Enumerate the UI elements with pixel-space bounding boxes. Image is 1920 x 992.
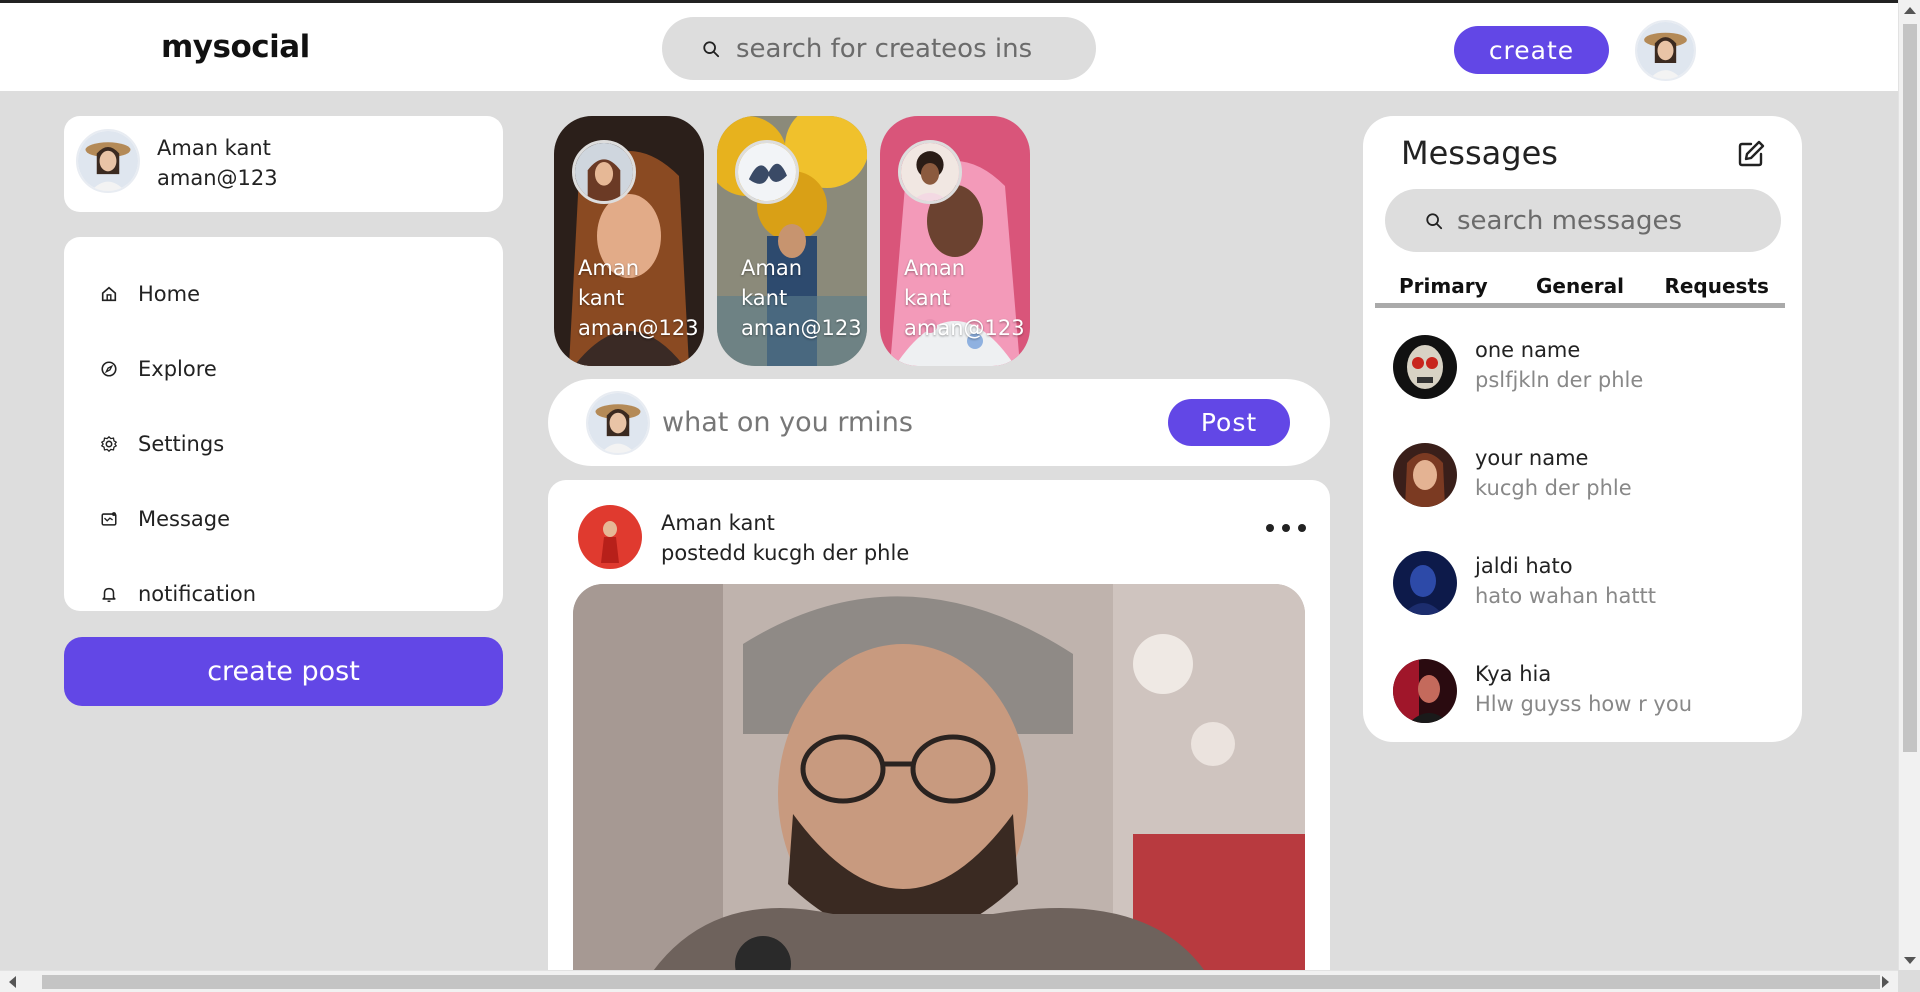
profile-name: Aman kant bbox=[157, 136, 271, 160]
story-card[interactable]: Aman kant aman@123 bbox=[717, 116, 867, 366]
bell-icon bbox=[102, 587, 116, 603]
profile-card[interactable]: Aman kant aman@123 bbox=[64, 116, 503, 212]
scroll-right-arrow[interactable] bbox=[1882, 976, 1889, 988]
vertical-scroll-thumb[interactable] bbox=[1903, 24, 1917, 752]
scrollbar-corner bbox=[1898, 970, 1920, 992]
create-post-button[interactable]: create post bbox=[64, 637, 503, 706]
create-button[interactable]: create bbox=[1454, 26, 1609, 74]
message-avatar bbox=[1393, 551, 1457, 615]
home-icon bbox=[101, 286, 117, 302]
sidebar-item-notification[interactable]: notification bbox=[100, 574, 256, 614]
more-options-icon[interactable] bbox=[1266, 518, 1306, 538]
profile-avatar bbox=[76, 129, 140, 193]
horizontal-scroll-thumb[interactable] bbox=[42, 975, 1880, 989]
message-item[interactable]: Kya hia Hlw guyss how r you bbox=[1393, 659, 1783, 727]
edit-icon[interactable] bbox=[1735, 138, 1767, 170]
vertical-scrollbar[interactable] bbox=[1898, 0, 1920, 992]
message-sender: jaldi hato bbox=[1475, 554, 1573, 578]
story-handle: aman@123 bbox=[578, 316, 699, 340]
post-subtitle: postedd kucgh der phle bbox=[661, 541, 910, 565]
scroll-up-arrow[interactable] bbox=[1904, 7, 1916, 14]
story-card[interactable]: Aman kant aman@123 bbox=[554, 116, 704, 366]
sidebar-item-label: Explore bbox=[138, 357, 217, 381]
post-button[interactable]: Post bbox=[1168, 399, 1290, 446]
sidebar-item-label: Settings bbox=[138, 432, 225, 456]
post-author-avatar[interactable] bbox=[578, 505, 642, 569]
message-sender: Kya hia bbox=[1475, 662, 1552, 686]
sidebar-item-label: notification bbox=[138, 582, 257, 606]
user-avatar-image bbox=[1637, 22, 1694, 79]
sidebar-item-message[interactable]: Message bbox=[100, 499, 230, 539]
compass-icon bbox=[101, 361, 117, 377]
story-card[interactable]: Aman kant aman@123 bbox=[880, 116, 1030, 366]
composer-avatar bbox=[586, 391, 650, 455]
post-composer: Post bbox=[548, 379, 1330, 466]
gear-icon bbox=[100, 435, 118, 453]
tab-general[interactable]: General bbox=[1512, 268, 1649, 303]
messages-title: Messages bbox=[1401, 134, 1558, 172]
message-item[interactable]: jaldi hato hato wahan hattt bbox=[1393, 551, 1783, 619]
sidebar-item-label: Message bbox=[138, 507, 231, 531]
global-search-input[interactable] bbox=[736, 33, 1056, 64]
post-image[interactable] bbox=[573, 584, 1305, 992]
feed-post: Aman kant postedd kucgh der phle bbox=[548, 480, 1330, 992]
sidebar-item-explore[interactable]: Explore bbox=[100, 349, 217, 389]
message-preview: Hlw guyss how r you bbox=[1475, 692, 1693, 716]
search-icon bbox=[1426, 212, 1443, 229]
messages-panel: Messages Primary General Requests one na… bbox=[1363, 116, 1802, 742]
profile-handle: aman@123 bbox=[157, 166, 278, 190]
top-navbar: mysocial create bbox=[0, 0, 1898, 91]
message-preview: kucgh der phle bbox=[1475, 476, 1632, 500]
story-name: Aman kant bbox=[904, 256, 966, 310]
story-handle: aman@123 bbox=[904, 316, 1025, 340]
messages-search-bar[interactable] bbox=[1385, 189, 1781, 252]
sidebar-item-label: Home bbox=[138, 282, 201, 306]
story-handle: aman@123 bbox=[741, 316, 862, 340]
tab-requests[interactable]: Requests bbox=[1648, 268, 1785, 303]
sidebar-nav: Home Explore Settings Message notificati… bbox=[64, 237, 503, 611]
sidebar-item-settings[interactable]: Settings bbox=[100, 424, 224, 464]
search-icon bbox=[703, 40, 720, 57]
messages-search-input[interactable] bbox=[1457, 205, 1757, 236]
message-icon bbox=[101, 512, 117, 526]
scroll-left-arrow[interactable] bbox=[9, 976, 16, 988]
global-search-bar[interactable] bbox=[662, 17, 1096, 80]
scroll-down-arrow[interactable] bbox=[1904, 957, 1916, 964]
story-name: Aman kant bbox=[578, 256, 640, 310]
message-avatar bbox=[1393, 659, 1457, 723]
message-avatar bbox=[1393, 335, 1457, 399]
sidebar-item-home[interactable]: Home bbox=[100, 274, 200, 314]
message-avatar bbox=[1393, 443, 1457, 507]
messages-tabs: Primary General Requests bbox=[1375, 268, 1785, 308]
message-item[interactable]: one name pslfjkln der phle bbox=[1393, 335, 1783, 403]
story-name: Aman kant bbox=[741, 256, 803, 310]
story-avatar bbox=[572, 140, 636, 204]
story-avatar bbox=[735, 140, 799, 204]
user-avatar[interactable] bbox=[1635, 20, 1696, 81]
tab-primary[interactable]: Primary bbox=[1375, 268, 1512, 303]
message-sender: your name bbox=[1475, 446, 1589, 470]
horizontal-scrollbar[interactable] bbox=[0, 970, 1898, 992]
app-logo[interactable]: mysocial bbox=[161, 29, 310, 65]
message-preview: hato wahan hattt bbox=[1475, 584, 1657, 608]
composer-input[interactable] bbox=[662, 399, 1142, 445]
message-sender: one name bbox=[1475, 338, 1581, 362]
message-preview: pslfjkln der phle bbox=[1475, 368, 1644, 392]
message-item[interactable]: your name kucgh der phle bbox=[1393, 443, 1783, 511]
story-avatar bbox=[898, 140, 962, 204]
post-author-name[interactable]: Aman kant bbox=[661, 511, 775, 535]
